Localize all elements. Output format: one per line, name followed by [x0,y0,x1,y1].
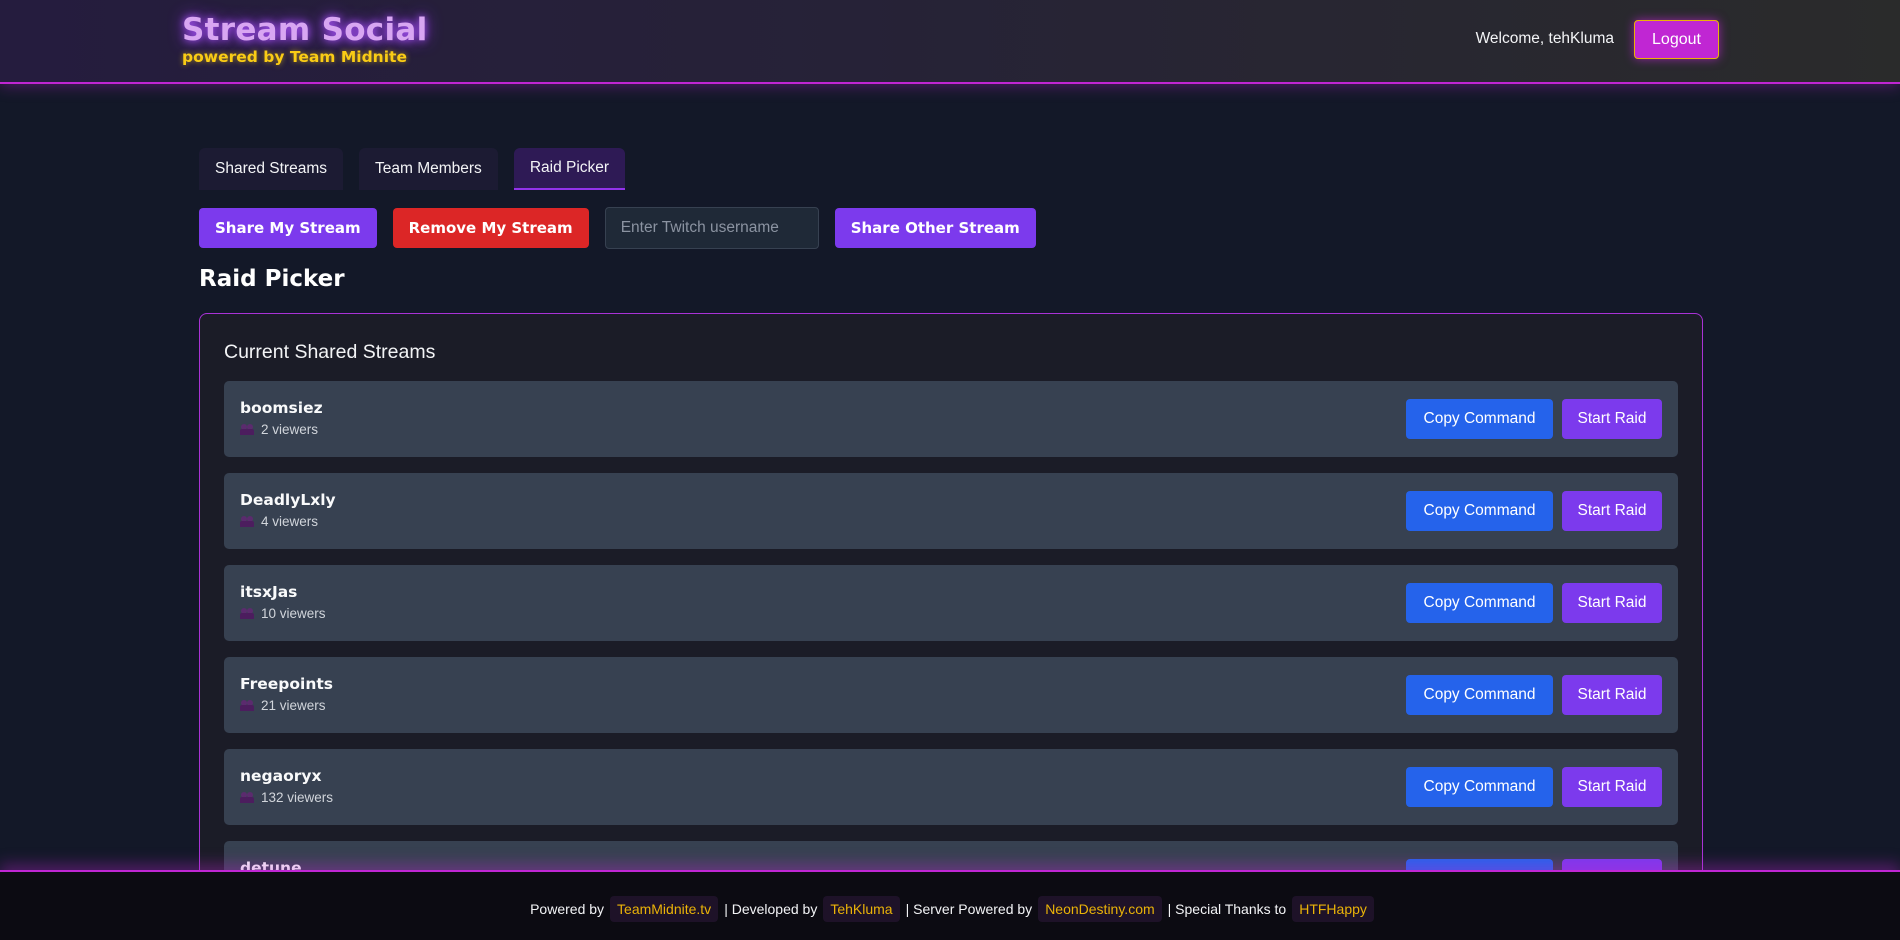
powered-by-text: Powered by [530,900,605,917]
stream-name: negaoryx [240,767,322,785]
viewer-count-text: 10 viewers [261,606,326,621]
row-actions: Copy Command Start Raid [1406,675,1662,715]
tab-raid-picker[interactable]: Raid Picker [513,148,626,190]
stream-row: Freepoints 21 viewers Copy Command Start… [224,657,1678,733]
remove-my-stream-button[interactable]: Remove My Stream [392,208,589,248]
footer-credits: Powered by TeamMidnite.tv | Developed by… [530,895,1380,922]
shared-streams-card: Current Shared Streams boomsiez 2 viewer… [199,313,1703,933]
viewers-icon [240,608,255,619]
copy-command-button[interactable]: Copy Command [1406,399,1553,439]
viewer-count: 21 viewers [240,698,326,713]
special-thanks-text: | Special Thanks to [1167,900,1287,917]
developed-by-text: | Developed by [724,900,818,917]
viewers-icon [240,700,255,711]
stream-row: boomsiez 2 viewers Copy Command Start Ra… [224,381,1678,457]
stream-actions: Share My Stream Remove My Stream Share O… [199,207,1036,249]
stream-row: negaoryx 132 viewers Copy Command Start … [224,749,1678,825]
htfhappy-link[interactable]: HTFHappy [1292,895,1374,922]
start-raid-button[interactable]: Start Raid [1562,583,1662,623]
brand: Stream Social powered by Team Midnite [182,12,428,66]
copy-command-button[interactable]: Copy Command [1406,491,1553,531]
viewer-count: 10 viewers [240,606,326,621]
stream-name: boomsiez [240,399,323,417]
tab-shared-streams[interactable]: Shared Streams [199,148,343,190]
teammidnite-link[interactable]: TeamMidnite.tv [610,895,719,922]
stream-row: itsxJas 10 viewers Copy Command Start Ra… [224,565,1678,641]
twitch-username-input[interactable] [604,207,819,249]
viewers-icon [240,516,255,527]
tab-team-members[interactable]: Team Members [359,148,498,190]
row-actions: Copy Command Start Raid [1406,399,1662,439]
viewers-icon [240,424,255,435]
row-actions: Copy Command Start Raid [1406,491,1662,531]
stream-name: itsxJas [240,583,298,601]
start-raid-button[interactable]: Start Raid [1562,491,1662,531]
copy-command-button[interactable]: Copy Command [1406,675,1553,715]
share-other-stream-button[interactable]: Share Other Stream [834,208,1036,248]
copy-command-button[interactable]: Copy Command [1406,583,1553,623]
logout-button[interactable]: Logout [1634,20,1719,59]
top-header: Stream Social powered by Team Midnite We… [0,0,1900,84]
neondestiny-link[interactable]: NeonDestiny.com [1038,895,1162,922]
app-title: Stream Social [182,12,428,48]
server-powered-text: | Server Powered by [905,900,1033,917]
viewer-count-text: 2 viewers [261,422,319,437]
stream-name: Freepoints [240,675,333,693]
stream-name: DeadlyLxly [240,491,336,509]
share-my-stream-button[interactable]: Share My Stream [199,208,377,248]
viewers-icon [240,792,255,803]
start-raid-button[interactable]: Start Raid [1562,675,1662,715]
stream-list: boomsiez 2 viewers Copy Command Start Ra… [224,381,1678,933]
footer: Powered by TeamMidnite.tv | Developed by… [0,870,1900,940]
page-title: Raid Picker [199,266,345,292]
start-raid-button[interactable]: Start Raid [1562,399,1662,439]
start-raid-button[interactable]: Start Raid [1562,767,1662,807]
welcome-text: Welcome, tehKluma [1475,30,1614,47]
tab-bar: Shared Streams Team Members Raid Picker [199,148,626,190]
viewer-count: 132 viewers [240,790,333,805]
tehkluma-link[interactable]: TehKluma [823,895,900,922]
row-actions: Copy Command Start Raid [1406,583,1662,623]
stream-row: DeadlyLxly 4 viewers Copy Command Start … [224,473,1678,549]
app-tagline: powered by Team Midnite [182,48,407,66]
row-actions: Copy Command Start Raid [1406,767,1662,807]
viewer-count: 4 viewers [240,514,318,529]
viewer-count: 2 viewers [240,422,318,437]
viewer-count-text: 132 viewers [261,790,334,805]
viewer-count-text: 4 viewers [261,514,319,529]
card-title: Current Shared Streams [224,341,436,363]
viewer-count-text: 21 viewers [261,698,326,713]
copy-command-button[interactable]: Copy Command [1406,767,1553,807]
